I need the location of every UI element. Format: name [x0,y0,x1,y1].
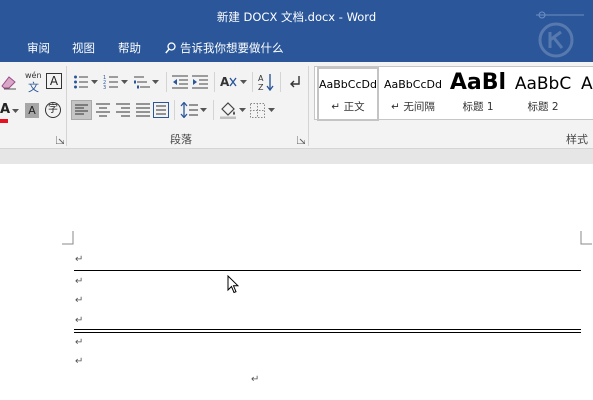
svg-text:3: 3 [103,85,106,90]
horizontal-rule-single[interactable] [74,270,581,271]
increase-indent-icon[interactable] [192,74,208,90]
chevron-down-icon[interactable] [152,80,159,85]
document-page[interactable]: ↵ ↵ ↵ ↵ ↵ ↵ ↵ [0,164,593,400]
show-hide-marks-icon[interactable] [288,75,302,89]
borders-icon[interactable] [250,103,265,118]
divider [213,100,214,120]
phonetic-guide-icon[interactable]: wén 文 [25,71,43,94]
ribbon: wén 文 A A A 字 1 2 3 A A Z 段落 AaBbCcDd ↵ … [0,62,593,149]
decrease-indent-icon[interactable] [172,74,188,90]
document-area: ↵ ↵ ↵ ↵ ↵ ↵ ↵ [0,149,593,400]
paragraph-mark: ↵ [75,356,84,367]
margin-corner-mark [62,231,74,245]
paragraph-mark: ↵ [75,315,84,326]
group-separator [308,66,309,146]
style-name: ↵ 正文 [331,101,365,113]
horizontal-rule-double-top[interactable] [74,329,581,330]
paragraph-group-label: 段落 [170,133,192,146]
style-normal[interactable]: AaBbCcDd ↵ 正文 [317,67,379,121]
group-separator [66,66,67,146]
tell-me-label: 告诉我你想要做什么 [180,41,284,55]
enclose-char-icon[interactable]: 字 [45,102,61,118]
font-color-swatch [0,119,8,123]
char-border-icon[interactable]: A [46,73,62,89]
distributed-icon[interactable] [153,102,169,118]
search-icon [165,42,176,54]
tab-view[interactable]: 视图 [72,40,95,56]
styles-gallery: AaBbCcDd ↵ 正文 AaBbCcDd ↵ 无间隔 AaBl 标题 1 A… [314,66,593,121]
justify-icon[interactable] [135,103,151,117]
line-spacing-icon[interactable] [180,102,198,118]
sort-icon[interactable]: A Z [258,73,274,91]
divider [280,72,281,92]
window-title: 新建 DOCX 文档.docx - Word [216,10,377,24]
style-heading-2[interactable]: AaBbC 标题 2 [511,67,575,121]
style-sample: AaBbC [514,74,572,94]
margin-corner-mark [580,231,592,245]
chevron-down-icon[interactable] [239,108,246,113]
title-bar: 新建 DOCX 文档.docx - Word [0,0,593,32]
align-left-icon [75,104,88,115]
tab-help[interactable]: 帮助 [118,40,141,56]
align-right-icon[interactable] [115,103,131,117]
shading-icon[interactable] [219,101,237,119]
tell-me-search[interactable]: 告诉我你想要做什么 [165,40,284,56]
style-sample: AaBbCcDd [319,78,377,91]
style-sample: A [581,74,593,94]
char-shading-icon[interactable]: A [25,103,39,118]
clear-formatting-icon[interactable] [0,74,20,90]
numbering-icon[interactable]: 1 2 3 [103,74,119,90]
style-title-partial[interactable]: A [577,67,593,121]
chevron-down-icon[interactable] [240,80,247,85]
style-name: ↵ 无间隔 [391,101,435,113]
paragraph-mark: ↵ [75,337,84,348]
chevron-down-icon[interactable] [12,109,19,114]
svg-text:A: A [258,74,264,83]
chinese-layout-icon[interactable]: A [220,73,238,91]
align-left-button[interactable] [71,100,92,120]
paragraph-mark: ↵ [75,295,84,306]
divider [166,72,167,92]
paragraph-mark: ↵ [251,374,260,385]
style-sample: AaBl [449,70,507,95]
style-sample: AaBbCcDd [384,78,442,91]
watermark-logo-icon [538,22,574,58]
chevron-down-icon[interactable] [268,108,275,113]
divider [174,100,175,120]
tab-review[interactable]: 审阅 [27,40,50,56]
divider [252,72,253,92]
phonetic-guide-char: 文 [28,81,39,94]
style-name: 标题 2 [527,101,559,113]
chevron-down-icon[interactable] [91,80,98,85]
style-no-spacing[interactable]: AaBbCcDd ↵ 无间隔 [381,67,445,121]
font-color-icon[interactable]: A [0,102,10,118]
menu-bar: 审阅 视图 帮助 告诉我你想要做什么 [0,32,593,62]
align-center-icon[interactable] [95,103,111,117]
multilevel-list-icon[interactable] [134,74,150,90]
horizontal-rule-double-bottom[interactable] [74,332,581,333]
paragraph-dialog-launcher-icon[interactable] [297,136,305,144]
svg-text:Z: Z [258,83,264,91]
style-name: 标题 1 [462,101,494,113]
divider [214,72,215,92]
style-heading-1[interactable]: AaBl 标题 1 [447,67,509,121]
paragraph-mark: ↵ [75,254,84,265]
mouse-pointer-icon [227,275,239,294]
chevron-down-icon[interactable] [121,80,128,85]
paragraph-mark: ↵ [75,276,84,287]
bullets-icon[interactable] [73,74,89,90]
font-dialog-launcher-icon[interactable] [56,136,64,144]
svg-text:A: A [220,75,230,89]
slider-decoration-icon [536,11,584,19]
styles-group-label: 样式 [566,133,588,146]
chevron-down-icon[interactable] [200,108,207,113]
